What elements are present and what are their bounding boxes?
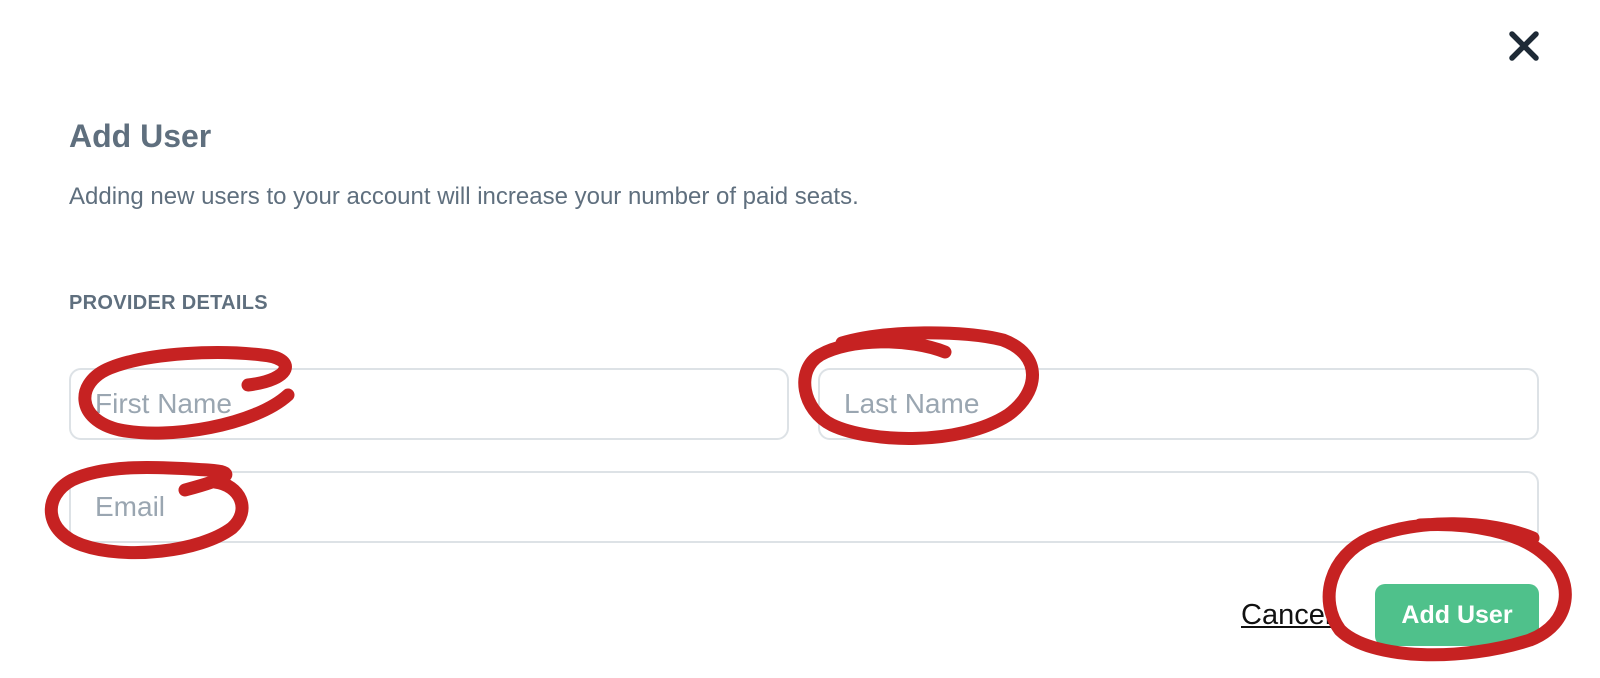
cancel-link[interactable]: Cancel <box>1241 599 1331 632</box>
section-label-provider-details: PROVIDER DETAILS <box>69 292 268 314</box>
email-field[interactable] <box>69 471 1539 543</box>
dialog-title: Add User <box>69 118 212 154</box>
add-user-button[interactable]: Add User <box>1375 584 1539 646</box>
first-name-field[interactable] <box>69 368 789 440</box>
close-button[interactable] <box>1508 30 1540 62</box>
close-icon <box>1509 31 1539 61</box>
add-user-dialog: Add User Adding new users to your accoun… <box>0 0 1600 678</box>
dialog-subtitle: Adding new users to your account will in… <box>69 183 859 210</box>
last-name-field[interactable] <box>818 368 1539 440</box>
